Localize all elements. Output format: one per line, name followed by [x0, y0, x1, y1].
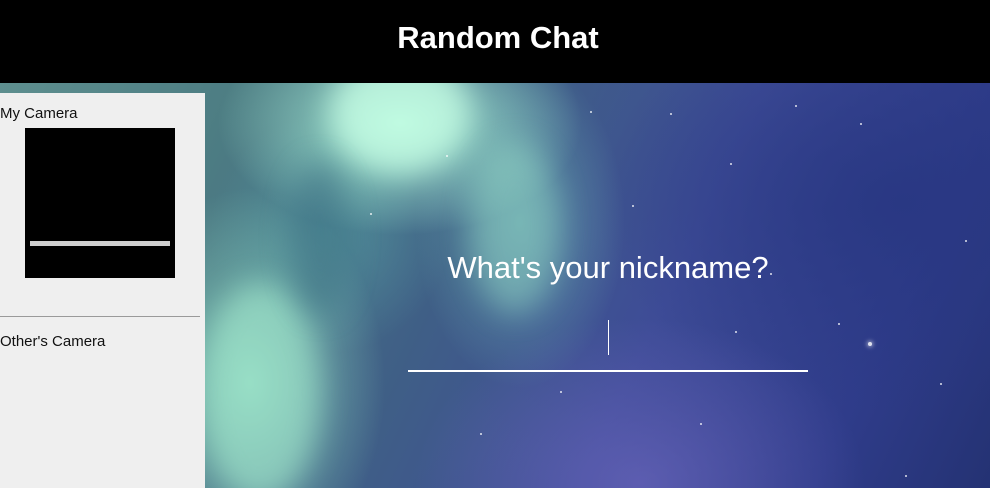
star [965, 240, 967, 242]
my-camera-label: My Camera [0, 105, 78, 122]
star [730, 163, 732, 165]
others-camera-label: Other's Camera [0, 333, 106, 350]
star [446, 155, 448, 157]
star [905, 475, 907, 477]
camera-sidebar: My Camera Other's Camera [0, 93, 205, 488]
star [632, 205, 634, 207]
star [590, 111, 592, 113]
app-title: Random Chat [397, 19, 599, 55]
sidebar-divider [0, 316, 200, 317]
nickname-prompt: What's your nickname? [447, 250, 769, 285]
star [860, 123, 862, 125]
star [370, 213, 372, 215]
star [670, 113, 672, 115]
aurora-streak [200, 283, 320, 488]
text-caret [608, 320, 609, 355]
my-camera-video[interactable] [25, 128, 175, 278]
star [480, 433, 482, 435]
star [940, 383, 942, 385]
aurora-streak [470, 143, 560, 313]
aurora-streak [330, 83, 470, 173]
video-progress-bar[interactable] [30, 241, 170, 246]
app-header: Random Chat [0, 0, 990, 83]
star [560, 391, 562, 393]
star [700, 423, 702, 425]
star [795, 105, 797, 107]
aurora-streak [290, 163, 350, 313]
star [868, 342, 872, 346]
star [838, 323, 840, 325]
